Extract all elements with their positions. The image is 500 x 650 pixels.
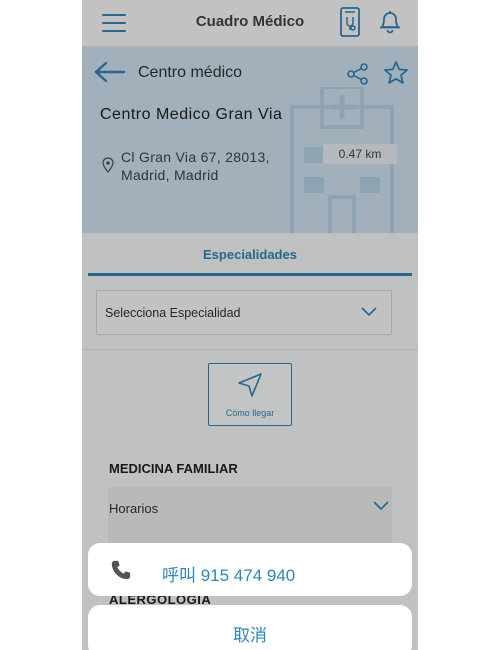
left-margin <box>0 0 82 650</box>
phone-screen: Cuadro Médico Centro médico Centro Medic… <box>82 0 418 650</box>
call-button[interactable]: 呼叫 915 474 940 <box>88 543 412 596</box>
right-margin <box>418 0 500 650</box>
call-label: 呼叫 915 474 940 <box>162 566 296 585</box>
phone-icon <box>111 560 131 580</box>
cancel-label: 取消 <box>233 626 267 645</box>
cancel-button[interactable]: 取消 <box>88 605 412 650</box>
